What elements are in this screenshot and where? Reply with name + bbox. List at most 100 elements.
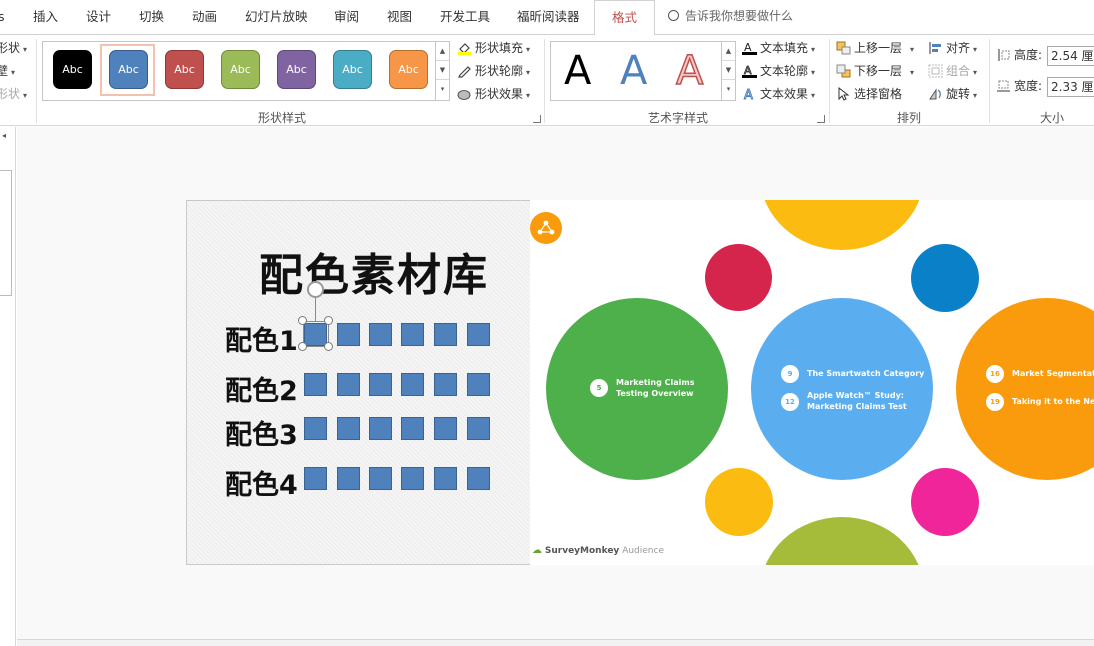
paint-bucket-icon [458,43,471,55]
rotate-handle-icon[interactable] [307,281,324,298]
merge-shape-partial[interactable]: 形状 ▾ [0,85,27,103]
tab-review[interactable]: 审阅 [334,0,359,34]
color-square-r1-c2[interactable] [337,323,360,346]
shape-style-swatch-6[interactable]: Abc [333,50,372,89]
shape-style-swatch-2[interactable]: Abc [109,50,148,89]
wordart-more-icon[interactable]: ▾ [722,80,735,99]
text-fill-button[interactable]: A 文本填充 ▾ [742,39,815,57]
row-label-2[interactable]: 配色2 [225,369,298,408]
slide-thumbnail[interactable] [0,170,12,296]
color-square-r2-c4[interactable] [401,373,424,396]
group-separator [989,39,990,123]
color-square-r4-c3[interactable] [369,467,392,490]
text-effects-label: 文本效果 [760,87,809,101]
gallery-more-icon[interactable]: ▾ [436,80,449,99]
width-input[interactable]: 2.33 厘米 [1047,77,1094,97]
color-square-r1-c5[interactable] [434,323,457,346]
selection-pane-icon [838,87,850,101]
color-square-r3-c5[interactable] [434,417,457,440]
tab-design[interactable]: 设计 [86,0,111,34]
color-square-r3-c3[interactable] [369,417,392,440]
send-backward-button[interactable]: 下移一层 ▾ [836,62,914,80]
text-outline-button[interactable]: A 文本轮廓 ▾ [742,62,815,80]
gallery-up-arrow-icon[interactable]: ▲ [436,42,449,61]
color-square-r4-c6[interactable] [467,467,490,490]
color-square-r1-c3[interactable] [369,323,392,346]
partial-label: 壁 [0,64,9,78]
gallery-down-arrow-icon[interactable]: ▼ [436,61,449,80]
color-square-r2-c2[interactable] [337,373,360,396]
row-label-4[interactable]: 配色4 [225,463,298,502]
color-square-r2-c6[interactable] [467,373,490,396]
rotate-button[interactable]: 旋转 ▾ [928,85,977,103]
tab-transitions[interactable]: 切换 [139,0,164,34]
height-label: 高度: [1014,48,1043,62]
resize-handle[interactable] [298,316,307,325]
color-square-r4-c1[interactable] [304,467,327,490]
tab-insert[interactable]: 插入 [33,0,58,34]
color-square-r2-c5[interactable] [434,373,457,396]
selection-pane-button[interactable]: 选择窗格 [836,85,902,103]
wordart-black[interactable]: A [564,44,591,98]
color-square-r4-c5[interactable] [434,467,457,490]
shape-fill-button[interactable]: 形状填充 ▾ [457,39,530,57]
color-square-r1-c6[interactable] [467,323,490,346]
wordart-up-arrow-icon[interactable]: ▲ [722,42,735,61]
wordart-group-label: 艺术字样式 [647,111,708,125]
slide-title[interactable]: 配色素材库 [259,239,489,303]
collapse-arrow-icon[interactable]: ◂ [2,131,6,140]
shape-effects-icon [457,90,471,100]
tab-format[interactable]: 格式 [594,0,655,35]
edit-shape-partial[interactable]: 形状 ▾ [0,39,27,57]
tab-developer[interactable]: 开发工具 [440,0,490,34]
brand-suffix: Audience [622,546,664,556]
tab-partial[interactable]: s [0,0,5,34]
shape-style-swatch-1[interactable]: Abc [53,50,92,89]
group-separator [829,39,830,123]
height-input[interactable]: 2.54 厘米 [1047,46,1094,66]
shape-style-swatch-3[interactable]: Abc [165,50,204,89]
wordart-blue[interactable]: A [620,44,647,98]
color-square-r2-c3[interactable] [369,373,392,396]
bring-forward-button[interactable]: 上移一层 ▾ [836,39,914,57]
group-separator [544,39,545,123]
slide-thumbnail-pane: ◂ [0,127,16,646]
color-square-r4-c2[interactable] [337,467,360,490]
shape-effects-button[interactable]: 形状效果 ▾ [457,85,530,103]
wordart-down-arrow-icon[interactable]: ▼ [722,61,735,80]
color-square-r1-c4[interactable] [401,323,424,346]
row-label-1[interactable]: 配色1 [225,319,298,358]
pencil-icon [458,66,471,78]
color-square-r3-c4[interactable] [401,417,424,440]
dialog-launcher-icon[interactable] [817,115,825,123]
green-circle: 5 Marketing Claims Testing Overview [546,298,728,480]
tab-animations[interactable]: 动画 [192,0,217,34]
align-button[interactable]: 对齐 ▾ [928,39,977,57]
color-square-r3-c2[interactable] [337,417,360,440]
tab-foxit-reader[interactable]: 福昕阅读器 [517,0,580,34]
send-backward-label: 下移一层 [854,64,903,78]
dialog-launcher-icon[interactable] [533,115,541,123]
tell-me-search[interactable]: 告诉我你想要做什么 [668,0,793,34]
color-square-r3-c6[interactable] [467,417,490,440]
svg-text:A: A [744,88,753,101]
resize-handle[interactable] [324,342,333,351]
textbox-partial[interactable]: 壁 ▾ [0,62,15,80]
color-square-r2-c1[interactable] [304,373,327,396]
resize-handle[interactable] [324,316,333,325]
group-button[interactable]: 组合 ▾ [928,62,977,80]
row-label-3[interactable]: 配色3 [225,413,298,452]
tab-view[interactable]: 视图 [387,0,412,34]
shape-style-swatch-5[interactable]: Abc [277,50,316,89]
tab-slideshow[interactable]: 幻灯片放映 [245,0,308,34]
shape-style-swatch-7[interactable]: Abc [389,50,428,89]
color-square-r4-c4[interactable] [401,467,424,490]
shape-outline-button[interactable]: 形状轮廓 ▾ [457,62,530,80]
text-effects-button[interactable]: A 文本效果 ▾ [742,85,816,103]
shape-style-swatch-4[interactable]: Abc [221,50,260,89]
color-square-r3-c1[interactable] [304,417,327,440]
bring-forward-label: 上移一层 [854,41,903,55]
slide[interactable]: 配色素材库 配色1 配色2 配色3 配色4 5 Marketing Claims… [186,200,1094,565]
wordart-red-outline[interactable]: A [675,44,704,98]
resize-handle[interactable] [298,342,307,351]
